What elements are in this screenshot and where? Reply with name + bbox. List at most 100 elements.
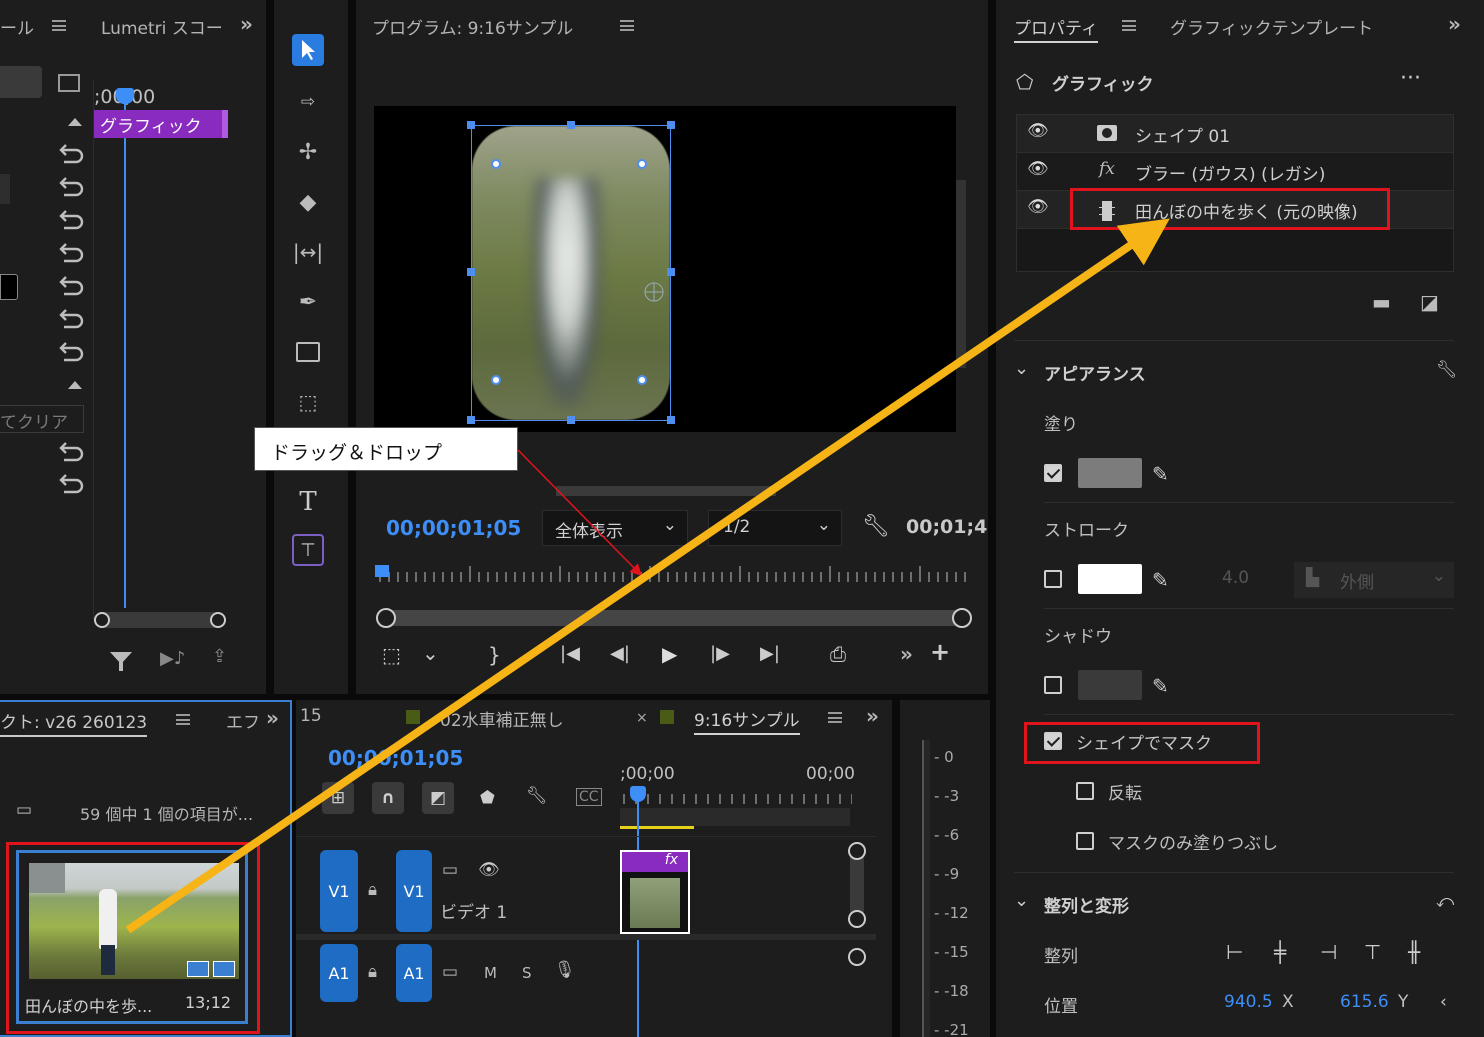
v-scroll-handle-top[interactable] [848,842,866,860]
razor-tool-icon[interactable]: ◆ [292,186,324,218]
invert-label[interactable]: 反転 [1108,779,1142,804]
panel-toggle-icon[interactable] [58,74,80,92]
more-tabs-icon[interactable]: » [866,704,879,728]
a-scroll-handle[interactable] [848,948,866,966]
bbox-handles[interactable] [464,118,680,430]
program-title[interactable]: プログラム: 9:16サンプル [372,14,573,39]
more-controls-icon[interactable]: » [900,642,913,666]
eyedropper-icon[interactable]: ✎ [1152,674,1169,698]
more-tabs-icon[interactable]: » [266,706,279,730]
layer-row-shape[interactable] [1017,115,1453,153]
bin-icon[interactable]: ▭ [16,800,32,820]
more-tabs-icon[interactable]: » [1448,12,1461,36]
tab-sequence-active[interactable]: 9:16サンプル [694,706,800,735]
chevron-down-icon[interactable]: ⌄ [422,641,439,665]
mask-fill-only-checkbox[interactable] [1076,832,1094,850]
step-forward-icon[interactable]: |▶ [710,643,730,664]
reset-transform-icon[interactable]: ⤺ [1436,892,1454,912]
vertical-type-tool-icon[interactable]: ⊤ [292,534,324,566]
timeline-timecode[interactable]: 00;00;01;05 [328,746,463,770]
add-marker-icon[interactable]: ⬟ [480,788,495,808]
go-to-in-icon[interactable]: |◀ [560,643,580,664]
track-target-a1[interactable]: A1 [396,944,432,1002]
program-timecode[interactable]: 00;00;01;05 [386,516,521,540]
eye-icon[interactable]: 👁︎ [1027,197,1049,217]
source-patch-v1[interactable]: V1 [320,850,358,932]
ripple-edit-tool-icon[interactable]: ✢ [292,136,324,168]
tab-lumetri-scopes[interactable]: Lumetri スコー [101,14,223,39]
tab-effects[interactable]: エフ [226,708,260,733]
fill-checkbox[interactable] [1044,464,1062,482]
new-item-icon[interactable]: ◪ [1420,290,1439,314]
stroke-color-swatch[interactable] [1078,564,1142,594]
program-zoom-bar[interactable] [382,610,970,626]
tab-sequence-1[interactable]: 02水車補正無し [440,706,564,731]
stroke-width-value[interactable]: 4.0 [1222,568,1249,588]
solo-button[interactable]: S [522,964,532,982]
settings-wrench-icon[interactable]: 🔧︎ [862,514,890,539]
position-x-value[interactable]: 940.5 [1224,992,1273,1012]
properties-menu-icon[interactable] [1122,20,1136,31]
timeline-settings-icon[interactable]: 🔧︎ [526,786,548,806]
zoom-handle-right[interactable] [952,608,972,628]
mask-fill-only-label[interactable]: マスクのみ塗りつぶし [1108,829,1278,854]
tab-properties[interactable]: プロパティ [1014,14,1098,43]
collapse-up-icon[interactable] [68,118,82,126]
chevron-down-icon[interactable]: ⌄ [1014,890,1029,911]
rectangle-tool-icon[interactable] [292,336,324,368]
zoom-scrollbar[interactable] [94,612,226,628]
stroke-position-select[interactable]: ▙ 外側 ⌄ [1294,562,1454,598]
go-to-out-icon[interactable]: ▶| [760,643,780,664]
nest-toggle-icon[interactable]: ⊞ [322,782,354,814]
shadow-checkbox[interactable] [1044,676,1062,694]
align-right-icon[interactable]: ⊣ [1320,940,1337,964]
tab-graphic-templates[interactable]: グラフィックテンプレート [1170,14,1373,39]
captions-icon[interactable]: CC [576,788,602,806]
type-tool-icon[interactable]: T [292,486,324,518]
eye-icon[interactable]: 👁︎ [1027,121,1049,141]
hand-tool-icon[interactable]: ⬚ [292,386,324,418]
source-patch-a1[interactable]: A1 [320,944,358,1002]
sync-lock-icon[interactable]: ▭ [442,962,458,982]
zoom-select[interactable]: 全体表示 ⌄ [542,510,688,546]
linked-selection-icon[interactable]: ◩ [422,782,454,814]
eye-icon[interactable]: 👁︎ [1027,159,1049,179]
eyedropper-icon[interactable]: ✎ [1152,568,1169,592]
safe-margins-icon[interactable]: ⬚ [382,643,401,667]
shadow-color-swatch[interactable] [1078,670,1142,700]
timeline-ruler[interactable] [620,786,852,806]
monitor-h-scrollbar[interactable] [556,486,776,496]
more-tabs-icon[interactable]: » [240,12,253,36]
slip-tool-icon[interactable]: |↔| [292,236,324,268]
tab-tools[interactable]: ール [0,14,34,39]
appearance-settings-icon[interactable]: 🔧︎ [1436,360,1458,380]
zoom-handle-left[interactable] [376,608,396,628]
work-area-bar[interactable] [620,808,850,826]
export-frame-icon[interactable]: ⎙ [830,642,846,666]
pen-tool-icon[interactable]: ✒ [292,286,324,318]
property-field[interactable] [0,174,10,204]
timeline-menu-icon[interactable] [828,712,842,723]
clear-button[interactable]: てクリア [0,405,84,433]
voiceover-mic-icon[interactable]: 🎙︎ [554,960,576,980]
sync-lock-icon[interactable]: ▭ [442,860,458,880]
eye-icon[interactable]: 👁︎ [478,860,500,880]
graphic-clip[interactable]: fx [620,850,690,934]
track-target-v1[interactable]: V1 [396,850,432,932]
scroll-handle-left[interactable] [94,612,110,628]
step-back-icon[interactable]: ◀| [610,643,630,664]
eyedropper-icon[interactable]: ✎ [1152,462,1169,486]
monitor-scrollbar[interactable] [956,180,966,368]
program-menu-icon[interactable] [620,20,634,31]
keyframe-nav-icon[interactable]: ‹ [1440,992,1447,1012]
lock-icon[interactable]: 🔒︎ [368,880,377,900]
position-y-value[interactable]: 615.6 [1340,992,1389,1012]
close-tab-icon[interactable]: × [636,710,648,726]
project-menu-icon[interactable] [176,714,190,725]
more-options-icon[interactable]: ··· [1400,66,1421,91]
export-icon[interactable]: ⇪ [212,646,227,667]
new-folder-icon[interactable]: ▬ [1372,290,1391,314]
mark-out-icon[interactable]: } [488,643,501,667]
graphic-clip-bar[interactable]: グラフィック [94,110,228,138]
fill-color-swatch[interactable] [1078,458,1142,488]
